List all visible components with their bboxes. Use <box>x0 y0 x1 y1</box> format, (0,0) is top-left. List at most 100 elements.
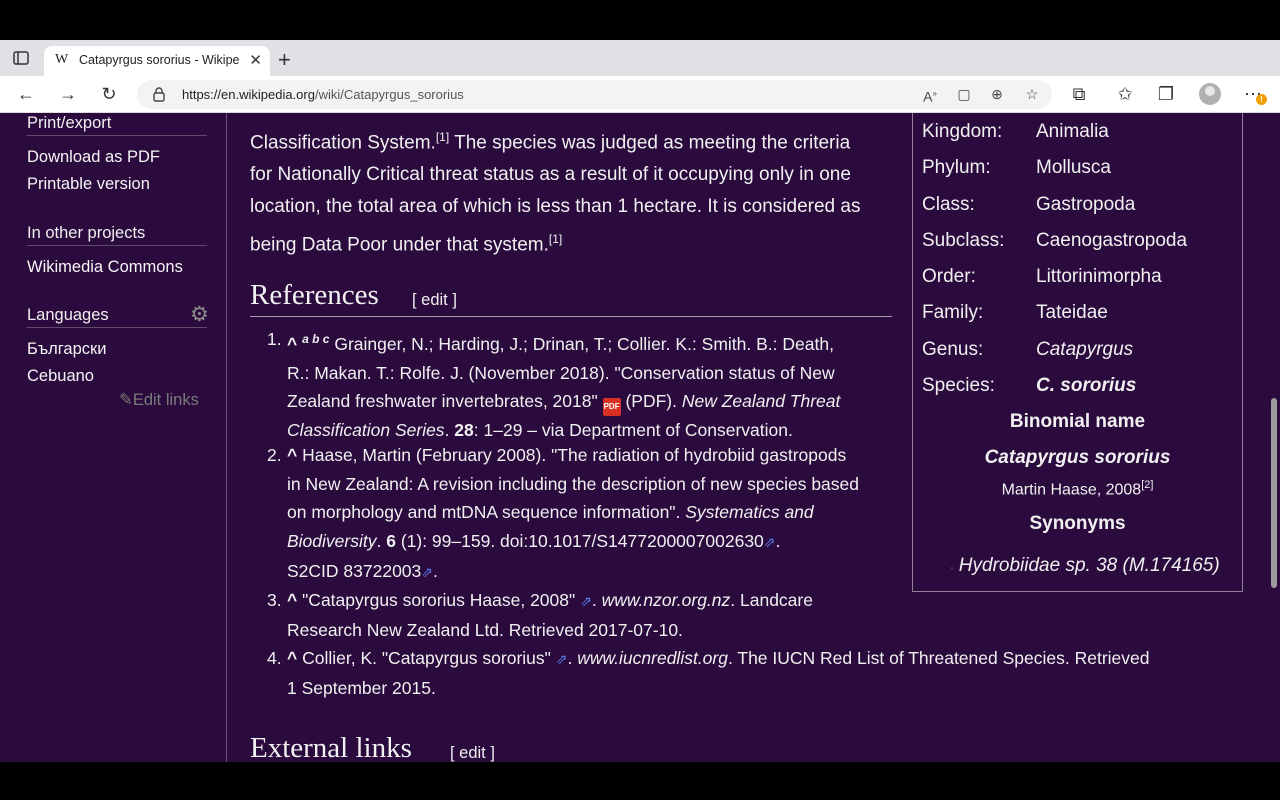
favorites-icon[interactable]: ✩ <box>1114 83 1136 105</box>
address-bar[interactable]: https://en.wikipedia.org/wiki/Catapyrgus… <box>137 80 1052 109</box>
external-links-edit-link[interactable]: [ edit ] <box>450 744 495 762</box>
s2cid-link[interactable]: S2CID 83722003 <box>287 561 421 581</box>
divider <box>27 327 207 328</box>
reference-item: 3. ^ "Catapyrgus sororius Haase, 2008" ⇗… <box>267 586 887 644</box>
reference-number: 1. <box>267 329 282 349</box>
reference-item: 4. ^ Collier, K. "Catapyrgus sororius" ⇗… <box>267 644 1207 702</box>
infobox-value[interactable]: Tateidae <box>1036 302 1108 324</box>
paragraph-line: Classification System.[1] The species wa… <box>250 121 900 159</box>
backref-caret[interactable]: ^ <box>287 590 297 610</box>
reference-line: on morphology and mtDNA sequence informa… <box>287 498 887 527</box>
sidebar-heading-other-projects: In other projects <box>27 224 146 242</box>
tab-toggle-icon[interactable] <box>12 49 30 67</box>
binomial-authority: Martin Haase, 2008[2] <box>913 479 1242 499</box>
external-link-icon: ⇗ <box>763 534 776 551</box>
infobox-value[interactable]: Littorinimorpha <box>1036 266 1162 288</box>
wiki-page: Print/export Download as PDF Printable v… <box>0 113 1280 762</box>
sidebar-item-printable-version[interactable]: Printable version <box>27 175 150 194</box>
sidebar-item-lang-cebuano[interactable]: Cebuano <box>27 367 94 386</box>
citation-link[interactable]: [2] <box>1141 479 1153 491</box>
forward-icon[interactable]: → <box>57 83 79 105</box>
infobox-value[interactable]: Caenogastropoda <box>1036 230 1187 252</box>
reference-line: ^ Collier, K. "Catapyrgus sororius" ⇗. w… <box>287 644 1207 674</box>
edit-links-link[interactable]: ✎Edit links <box>119 390 199 410</box>
url-text[interactable]: https://en.wikipedia.org/wiki/Catapyrgus… <box>182 87 464 102</box>
immersive-reader-icon[interactable]: ▢ <box>954 84 974 104</box>
reference-item: 2. ^ Haase, Martin (February 2008). "The… <box>267 441 887 587</box>
backref-letters[interactable]: a b c <box>302 332 329 346</box>
reference-line: ^ "Catapyrgus sororius Haase, 2008" ⇗. w… <box>287 586 887 616</box>
text: . <box>775 531 781 552</box>
reference-number: 4. <box>267 648 282 668</box>
infobox-label: Kingdom: <box>922 121 1003 142</box>
text: . <box>376 531 387 552</box>
reference-line: Biodiversity. 6 (1): 99–159. doi:10.1017… <box>287 527 887 557</box>
browser-toolbar: ← → ↻ https://en.wikipedia.org/wiki/Cata… <box>0 76 1280 113</box>
lock-icon[interactable] <box>152 86 168 102</box>
infobox-value: C. sororius <box>1036 375 1137 396</box>
sidebar-divider <box>226 113 227 762</box>
zoom-icon[interactable]: ⊕ <box>987 84 1007 104</box>
infobox-label: Order: <box>922 266 976 287</box>
collections-icon[interactable]: ❐ <box>1155 83 1177 105</box>
url-host: https://en.wikipedia.org <box>182 87 315 102</box>
sidebar-item-wikimedia-commons[interactable]: Wikimedia Commons <box>27 258 183 277</box>
paragraph-line: being Data Poor under that system.[1] <box>250 223 900 261</box>
text: Systematics and <box>685 502 814 523</box>
wikipedia-favicon-icon: W <box>55 52 69 67</box>
reference-line: 1 September 2015. <box>287 677 436 698</box>
text: 6 <box>386 531 396 552</box>
sidebar-item-lang-bulgarian[interactable]: Български <box>27 340 106 359</box>
infobox-label: Family: <box>922 302 984 323</box>
text: . <box>433 560 438 581</box>
reference-link[interactable]: "Catapyrgus sororius Haase, 2008" <box>297 590 575 610</box>
doi-link[interactable]: (1): 99–159. doi:10.1017/S14772000070026… <box>396 531 764 551</box>
reference-link[interactable]: Zealand freshwater invertebrates, 2018" <box>287 391 598 411</box>
text: being Data Poor under that system. <box>250 234 549 256</box>
scrollbar-thumb[interactable] <box>1271 398 1277 588</box>
plus-icon[interactable]: + <box>278 47 291 73</box>
infobox-value[interactable]: Gastropoda <box>1036 194 1135 216</box>
infobox-label: Species: <box>922 375 995 396</box>
reference-line[interactable]: R.: Makan. T.: Rolfe. J. (November 2018)… <box>287 359 877 388</box>
text: Classification System. <box>250 132 436 154</box>
profile-icon[interactable] <box>1199 83 1221 105</box>
reference-link[interactable]: Collier, K. "Catapyrgus sororius" <box>297 648 551 668</box>
sidebar-heading-languages: Languages <box>27 306 109 324</box>
backref-caret[interactable]: ^ <box>287 445 297 465</box>
tab-active[interactable]: W Catapyrgus sororius - Wikipedia ✕ <box>44 46 270 76</box>
edit-links-label: Edit links <box>132 391 199 409</box>
external-link-icon: ⇗ <box>580 593 592 609</box>
text: . The IUCN Red List of Threatened Specie… <box>727 648 1150 668</box>
infobox-value[interactable]: Animalia <box>1036 121 1109 143</box>
refresh-icon[interactable]: ↻ <box>98 83 120 105</box>
back-icon[interactable]: ← <box>15 83 37 105</box>
gear-icon[interactable]: ⚙ <box>190 304 212 326</box>
favorite-add-icon[interactable]: ☆ <box>1022 84 1042 104</box>
text: . Landcare <box>730 590 813 610</box>
infobox-value[interactable]: Catapyrgus <box>1036 339 1133 361</box>
reference-line: ^ Haase, Martin (February 2008). "The ra… <box>287 441 887 470</box>
external-link-icon: ⇗ <box>555 651 568 667</box>
citation-link[interactable]: [1] <box>436 130 449 144</box>
backref-caret[interactable]: ^ <box>287 648 297 668</box>
paragraph-line: for Nationally Critical threat status as… <box>250 164 851 186</box>
text: Haase, Martin (February 2008). "The radi… <box>297 445 847 465</box>
close-icon[interactable]: ✕ <box>249 51 262 69</box>
references-heading: References <box>250 279 379 311</box>
scrollbar[interactable] <box>1268 113 1280 762</box>
infobox: Kingdom: Animalia Phylum: Mollusca Class… <box>912 113 1243 592</box>
infobox-value[interactable]: Mollusca <box>1036 157 1111 179</box>
backref-caret: ^ <box>287 333 298 354</box>
references-edit-link[interactable]: [ edit ] <box>412 291 457 310</box>
sidebar-heading-print: Print/export <box>27 114 112 132</box>
text: Biodiversity <box>287 531 377 552</box>
extensions-icon[interactable]: ⧉ <box>1068 83 1090 105</box>
citation-link[interactable]: [1] <box>549 232 562 246</box>
text: New Zealand Threat <box>681 391 841 412</box>
url-path: /wiki/Catapyrgus_sororius <box>314 87 464 102</box>
sidebar-item-download-pdf[interactable]: Download as PDF <box>27 148 160 167</box>
alert-badge: ! <box>1256 94 1267 105</box>
read-aloud-icon[interactable]: A» <box>920 84 940 105</box>
external-links-heading: External links <box>250 732 412 762</box>
